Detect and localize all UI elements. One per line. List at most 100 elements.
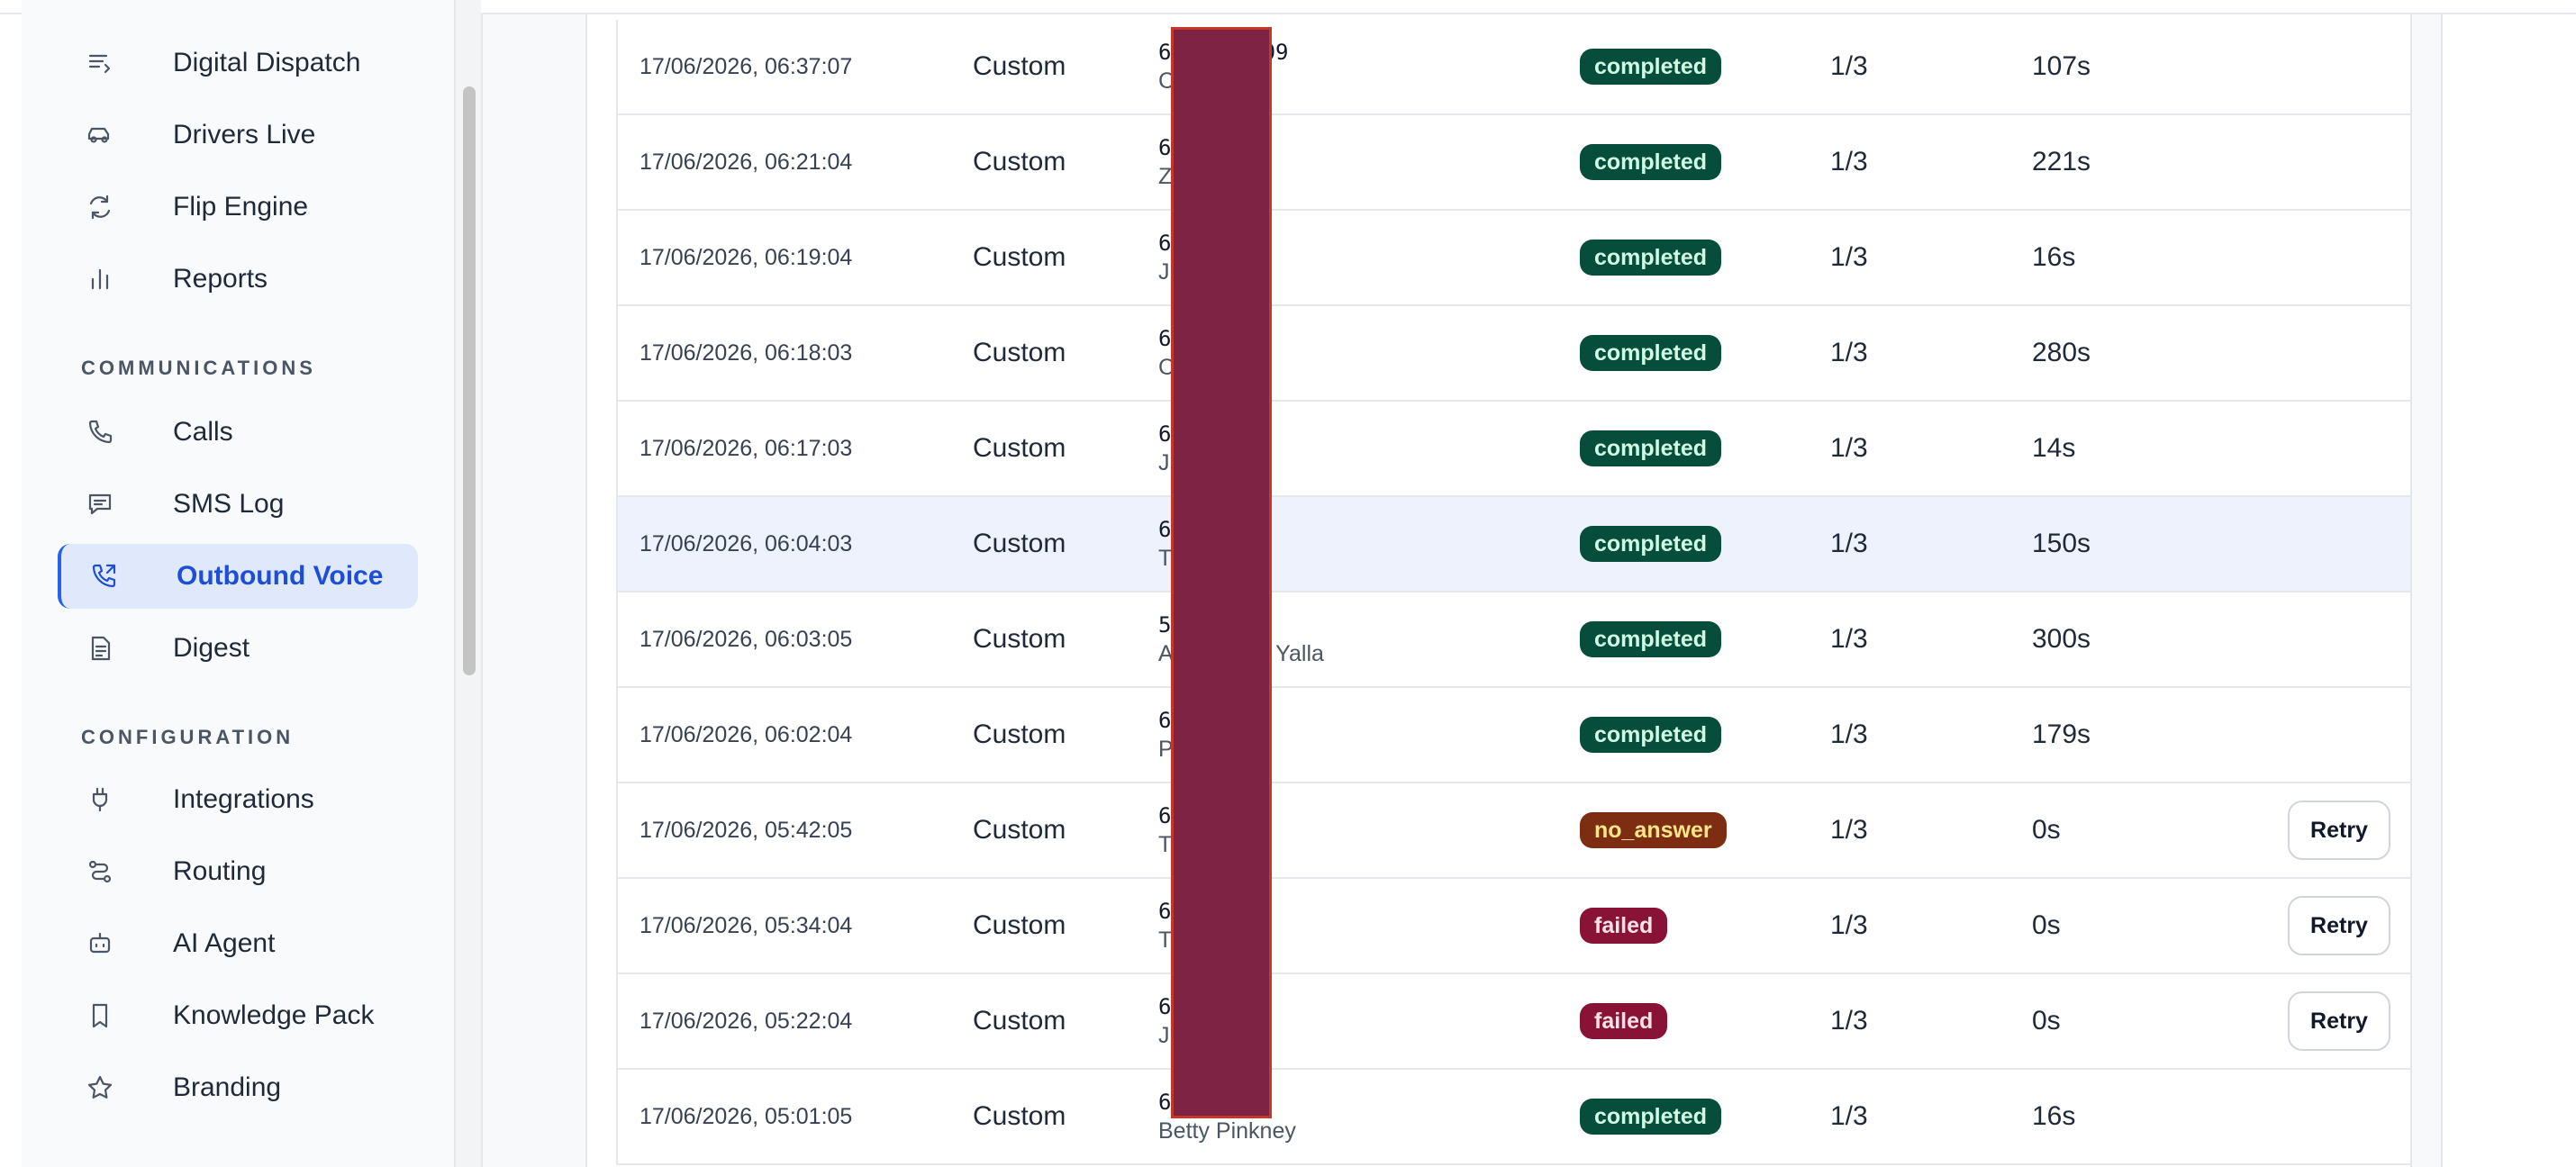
table-row[interactable]: 17/06/2026, 05:22:04Custom6 1J ushfailed…: [616, 974, 2412, 1070]
call-type: Custom: [973, 1101, 1066, 1131]
call-time: 17/06/2026, 06:17:03: [639, 435, 853, 461]
table-row[interactable]: 17/06/2026, 06:21:04Custom6 3Z ncomplete…: [616, 115, 2412, 211]
call-attempt: 1/3: [1830, 815, 1868, 845]
call-time: 17/06/2026, 05:34:04: [639, 912, 853, 938]
call-duration: 16s: [2032, 242, 2076, 272]
sidebar-item-calls[interactable]: Calls: [58, 400, 418, 465]
call-duration: 107s: [2032, 51, 2091, 81]
status-cell: completed: [1580, 115, 1722, 209]
sidebar-item-label: Outbound Voice: [177, 561, 384, 591]
call-time: 17/06/2026, 06:04:03: [639, 530, 853, 556]
call-time: 17/06/2026, 06:03:05: [639, 626, 853, 652]
redaction-overlay: [1171, 27, 1272, 1118]
retry-button[interactable]: Retry: [2288, 896, 2390, 955]
table-row[interactable]: 17/06/2026, 06:18:03Custom6 3C dersoncom…: [616, 306, 2412, 402]
call-type: Custom: [973, 719, 1066, 749]
sidebar-scrollbar-thumb[interactable]: [463, 86, 476, 675]
status-cell: failed: [1580, 974, 1668, 1068]
status-cell: completed: [1580, 211, 1722, 304]
retry-button[interactable]: Retry: [2288, 991, 2390, 1051]
star-icon: [85, 1072, 115, 1103]
table-row[interactable]: 17/06/2026, 06:04:03Custom6 8Tcompleted1…: [616, 497, 2412, 593]
status-badge: failed: [1580, 1003, 1668, 1039]
sidebar-item-outbound-voice[interactable]: Outbound Voice: [58, 544, 418, 609]
call-duration: 0s: [2032, 910, 2061, 940]
contact-name: T: [1158, 546, 1173, 571]
car-icon: [85, 120, 115, 150]
sidebar-item-knowledge-pack[interactable]: Knowledge Pack: [58, 983, 418, 1048]
status-cell: completed: [1580, 20, 1722, 113]
retry-button[interactable]: Retry: [2288, 801, 2390, 860]
sidebar-item-label: SMS Log: [173, 489, 285, 519]
table-row[interactable]: 17/06/2026, 06:19:04Custom6 1J erardicom…: [616, 211, 2412, 306]
phone-outgoing-icon: [88, 561, 119, 592]
action-cell: Retry: [2288, 879, 2390, 972]
table-row[interactable]: 17/06/2026, 06:17:03Custom6 1Jcompleted1…: [616, 402, 2412, 497]
call-type: Custom: [973, 147, 1066, 176]
table-row[interactable]: 17/06/2026, 05:01:05Custom6 9Betty Pinkn…: [616, 1070, 2412, 1165]
call-attempt: 1/3: [1830, 910, 1868, 940]
app-root: Digital Dispatch Drivers Live Flip Engine R…: [0, 0, 2576, 1167]
status-badge: failed: [1580, 908, 1668, 944]
contact-name: Betty Pinkney: [1158, 1118, 1296, 1144]
plug-icon: [85, 784, 115, 815]
call-type: Custom: [973, 910, 1066, 940]
sidebar-item-label: Digest: [173, 633, 250, 663]
table-row[interactable]: 17/06/2026, 06:02:04Custom6 0P ncomplete…: [616, 688, 2412, 783]
sidebar-item-digest[interactable]: Digest: [58, 616, 418, 681]
sidebar-item-label: Reports: [173, 264, 268, 294]
call-duration: 280s: [2032, 338, 2091, 367]
status-badge: completed: [1580, 240, 1722, 276]
call-attempt: 1/3: [1830, 624, 1868, 654]
content-gutter-left: [481, 14, 585, 1167]
status-cell: completed: [1580, 306, 1722, 400]
call-duration: 0s: [2032, 1006, 2061, 1036]
table-row[interactable]: 17/06/2026, 06:03:05Custom5 2A chamukh Y…: [616, 593, 2412, 688]
sidebar-item-flip-engine[interactable]: Flip Engine: [58, 175, 418, 240]
call-duration: 221s: [2032, 147, 2091, 176]
bookmark-icon: [85, 1000, 115, 1031]
call-time: 17/06/2026, 05:42:05: [639, 817, 853, 843]
contact-name: J: [1158, 450, 1170, 475]
call-type: Custom: [973, 242, 1066, 272]
table-row[interactable]: 17/06/2026, 05:34:04Custom6 6T kerfailed…: [616, 879, 2412, 974]
sidebar-item-branding[interactable]: Branding: [58, 1055, 418, 1120]
table-row[interactable]: 17/06/2026, 05:42:05Custom6 2T nno_answe…: [616, 783, 2412, 879]
call-duration: 300s: [2032, 624, 2091, 654]
sidebar-item-label: Digital Dispatch: [173, 48, 361, 77]
sidebar-item-routing[interactable]: Routing: [58, 839, 418, 904]
sidebar-item-digital-dispatch[interactable]: Digital Dispatch: [58, 31, 418, 95]
call-attempt: 1/3: [1830, 1006, 1868, 1036]
route-icon: [85, 856, 115, 887]
section-configuration: CONFIGURATION: [81, 726, 295, 748]
refresh-icon: [85, 192, 115, 222]
sidebar-item-sms-log[interactable]: SMS Log: [58, 472, 418, 537]
status-badge: completed: [1580, 717, 1722, 753]
call-attempt: 1/3: [1830, 719, 1868, 749]
call-attempt: 1/3: [1830, 242, 1868, 272]
call-time: 17/06/2026, 05:22:04: [639, 1008, 853, 1034]
sidebar-item-label: AI Agent: [173, 928, 276, 958]
sidebar-item-label: Drivers Live: [173, 120, 316, 149]
status-cell: no_answer: [1580, 783, 1727, 877]
call-attempt: 1/3: [1830, 433, 1868, 463]
call-attempt: 1/3: [1830, 147, 1868, 176]
call-time: 17/06/2026, 06:18:03: [639, 339, 853, 366]
status-badge: completed: [1580, 49, 1722, 85]
sidebar-item-label: Integrations: [173, 784, 314, 814]
call-type: Custom: [973, 433, 1066, 463]
sidebar-item-ai-agent[interactable]: AI Agent: [58, 911, 418, 976]
sidebar-item-drivers-live[interactable]: Drivers Live: [58, 103, 418, 167]
sidebar-item-label: Routing: [173, 856, 267, 886]
call-time: 17/06/2026, 06:37:07: [639, 53, 853, 79]
message-icon: [85, 489, 115, 520]
status-cell: completed: [1580, 497, 1722, 591]
bot-icon: [85, 928, 115, 959]
sidebar-item-integrations[interactable]: Integrations: [58, 767, 418, 832]
phone-icon: [85, 417, 115, 448]
sidebar-item-label: Flip Engine: [173, 192, 309, 222]
call-attempt: 1/3: [1830, 338, 1868, 367]
sidebar-item-reports[interactable]: Reports: [58, 247, 418, 312]
table-row[interactable]: 17/06/2026, 06:37:07Custom6145058209C uc…: [616, 20, 2412, 115]
sidebar: Digital Dispatch Drivers Live Flip Engine R…: [22, 0, 456, 1167]
